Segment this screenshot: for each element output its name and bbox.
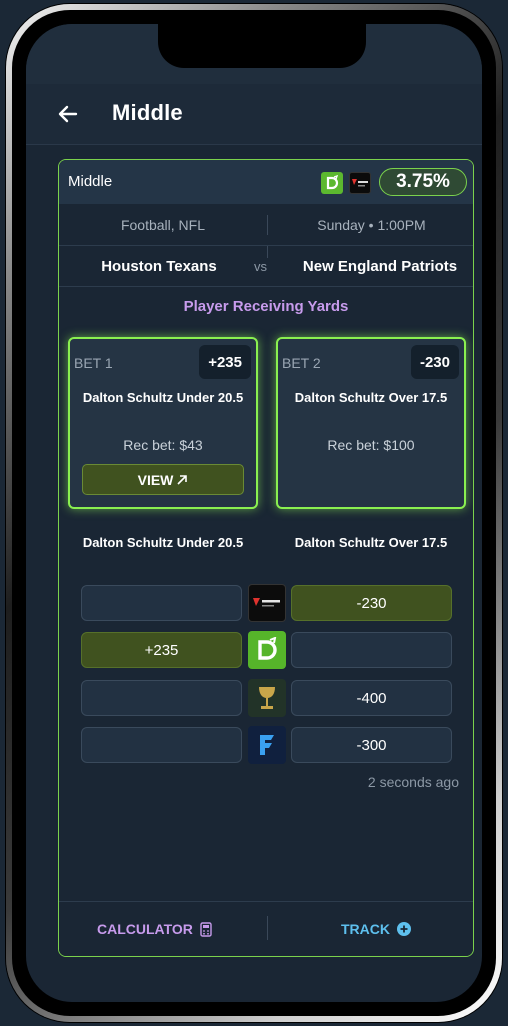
grail-icon bbox=[248, 679, 286, 717]
draftkings-icon bbox=[248, 631, 286, 669]
calculator-button[interactable]: CALCULATOR bbox=[97, 902, 212, 956]
phone-notch bbox=[158, 24, 366, 68]
calculator-label: CALCULATOR bbox=[97, 921, 193, 937]
sport-league: Football, NFL bbox=[120, 217, 206, 233]
fanatics-icon bbox=[248, 584, 286, 622]
middle-card: Middle 3.75% Football, NFL Sunday • 1:00… bbox=[58, 159, 474, 957]
track-label: TRACK bbox=[341, 921, 390, 937]
odds-cell-left[interactable] bbox=[81, 727, 242, 763]
app-screen: Middle Middle 3.75% Football, NFL Sunday… bbox=[26, 24, 482, 1002]
event-time: Sunday • 1:00PM bbox=[317, 217, 426, 233]
bet-selection: Dalton Schultz Under 20.5 bbox=[82, 390, 244, 405]
track-button[interactable]: TRACK bbox=[341, 902, 411, 956]
divider bbox=[267, 246, 268, 258]
fanatics-icon bbox=[349, 172, 371, 194]
team-home: Houston Texans bbox=[101, 257, 217, 275]
bet-selection: Dalton Schultz Over 17.5 bbox=[294, 390, 448, 405]
updated-timestamp: 2 seconds ago bbox=[367, 774, 459, 790]
external-link-icon bbox=[177, 474, 188, 485]
recommended-bet: Rec bet: $100 bbox=[327, 437, 415, 453]
recommended-bet: Rec bet: $43 bbox=[123, 437, 203, 453]
card-footer: CALCULATOR TRACK bbox=[59, 901, 473, 956]
back-arrow-icon[interactable] bbox=[56, 102, 80, 126]
page-title: Middle bbox=[112, 100, 183, 125]
event-info-row: Football, NFL Sunday • 1:00PM bbox=[59, 205, 473, 246]
view-button-label: VIEW bbox=[137, 471, 174, 488]
phone-frame: Middle Middle 3.75% Football, NFL Sunday… bbox=[6, 4, 502, 1022]
bet-odds: +235 bbox=[199, 345, 251, 379]
app-header: Middle bbox=[26, 84, 482, 145]
card-type-label: Middle bbox=[68, 173, 113, 190]
phone-bezel: Middle Middle 3.75% Football, NFL Sunday… bbox=[12, 10, 496, 1016]
bet-odds: -230 bbox=[410, 345, 459, 379]
teams-row: Houston Texans vs New England Patriots bbox=[59, 246, 473, 287]
calculator-icon bbox=[200, 921, 212, 937]
compare-right-header: Dalton Schultz Over 17.5 bbox=[294, 535, 448, 550]
odds-cell-left[interactable] bbox=[81, 585, 242, 621]
market-title: Player Receiving Yards bbox=[183, 298, 349, 315]
bet-1-card[interactable]: BET 1 +235 Dalton Schultz Under 20.5 Rec… bbox=[68, 337, 258, 509]
card-header: Middle 3.75% bbox=[59, 160, 473, 204]
team-away: New England Patriots bbox=[302, 257, 458, 275]
view-bet-button[interactable]: VIEW bbox=[82, 464, 244, 495]
plus-circle-icon bbox=[397, 922, 411, 936]
odds-cell-right[interactable]: -230 bbox=[291, 585, 452, 621]
odds-cell-left[interactable]: +235 bbox=[81, 632, 242, 668]
odds-cell-right[interactable]: -300 bbox=[291, 727, 452, 763]
odds-cell-right[interactable] bbox=[291, 632, 452, 668]
odds-cell-left[interactable] bbox=[81, 680, 242, 716]
bet-2-card[interactable]: BET 2 -230 Dalton Schultz Over 17.5 Rec … bbox=[276, 337, 466, 509]
compare-left-header: Dalton Schultz Under 20.5 bbox=[82, 535, 244, 550]
bet-label: BET 2 bbox=[282, 355, 321, 371]
odds-cell-right[interactable]: -400 bbox=[291, 680, 452, 716]
divider bbox=[267, 916, 268, 940]
fliff-icon bbox=[248, 726, 286, 764]
bet-label: BET 1 bbox=[74, 355, 113, 371]
draftkings-icon bbox=[321, 172, 343, 194]
vs-label: vs bbox=[254, 258, 267, 274]
profit-percentage-badge: 3.75% bbox=[379, 168, 467, 196]
